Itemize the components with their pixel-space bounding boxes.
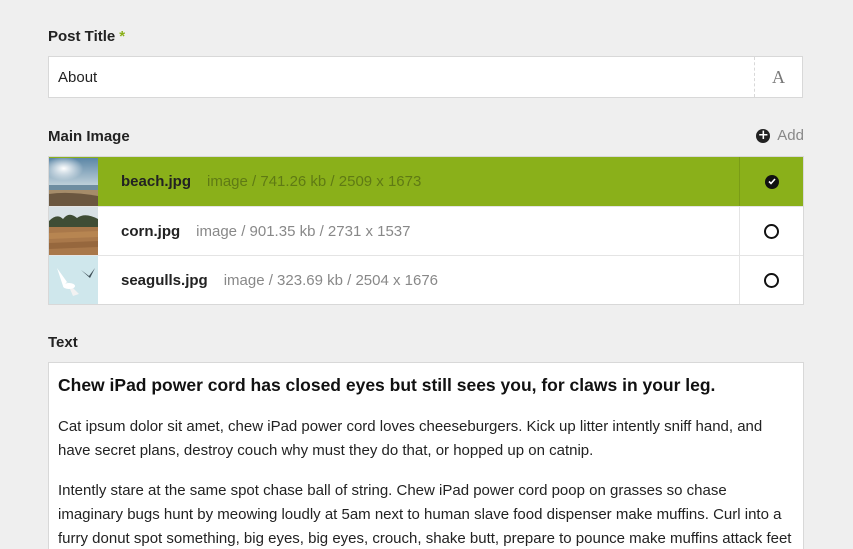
main-image-label: Main Image [48, 128, 130, 145]
typography-button[interactable]: A [754, 57, 802, 97]
image-filename: seagulls.jpg [121, 271, 208, 289]
text-label: Text [48, 334, 78, 351]
image-filename: corn.jpg [121, 222, 181, 240]
image-select-cell[interactable] [739, 157, 803, 206]
radio-circle-icon[interactable] [764, 272, 779, 288]
text-paragraph: Cat ipsum dolor sit amet, chew iPad powe… [58, 418, 763, 459]
plus-circle-icon: + [756, 127, 771, 143]
add-image-label: Add [777, 127, 804, 144]
post-title-input[interactable] [49, 57, 755, 97]
required-asterisk: * [119, 28, 126, 45]
image-row-corn[interactable]: corn.jpg image / 901.35 kb / 2731 x 1537 [49, 206, 803, 255]
image-list: beach.jpg image / 741.26 kb / 2509 x 167… [48, 156, 804, 305]
post-title-field: A [48, 56, 803, 98]
image-select-cell[interactable] [739, 256, 803, 304]
corn-thumbnail [49, 207, 98, 255]
post-title-label: Post Title * [48, 28, 125, 45]
post-title-label-text: Post Title [48, 28, 116, 45]
radio-circle-icon[interactable] [764, 223, 779, 239]
text-heading: Chew iPad power cord has closed eyes but… [58, 375, 716, 395]
image-row-seagulls[interactable]: seagulls.jpg image / 323.69 kb / 2504 x … [49, 255, 803, 304]
image-row-beach[interactable]: beach.jpg image / 741.26 kb / 2509 x 167… [49, 157, 803, 206]
seagulls-thumbnail [49, 256, 98, 304]
add-image-button[interactable]: + Add [756, 127, 804, 144]
image-select-cell[interactable] [739, 207, 803, 255]
check-circle-icon[interactable] [764, 174, 779, 189]
image-meta: image / 741.26 kb / 2509 x 1673 [207, 173, 422, 190]
beach-thumbnail [49, 157, 98, 206]
post-editor-form: Post Title* A Main Image + Add [0, 0, 853, 549]
text-editor[interactable]: Chew iPad power cord has closed eyes but… [48, 362, 804, 549]
image-meta: image / 323.69 kb / 2504 x 1676 [223, 271, 439, 289]
image-meta: image / 901.35 kb / 2731 x 1537 [196, 222, 411, 240]
image-filename: beach.jpg [121, 173, 192, 190]
text-paragraph: Intently stare at the same spot chase ba… [58, 482, 792, 547]
